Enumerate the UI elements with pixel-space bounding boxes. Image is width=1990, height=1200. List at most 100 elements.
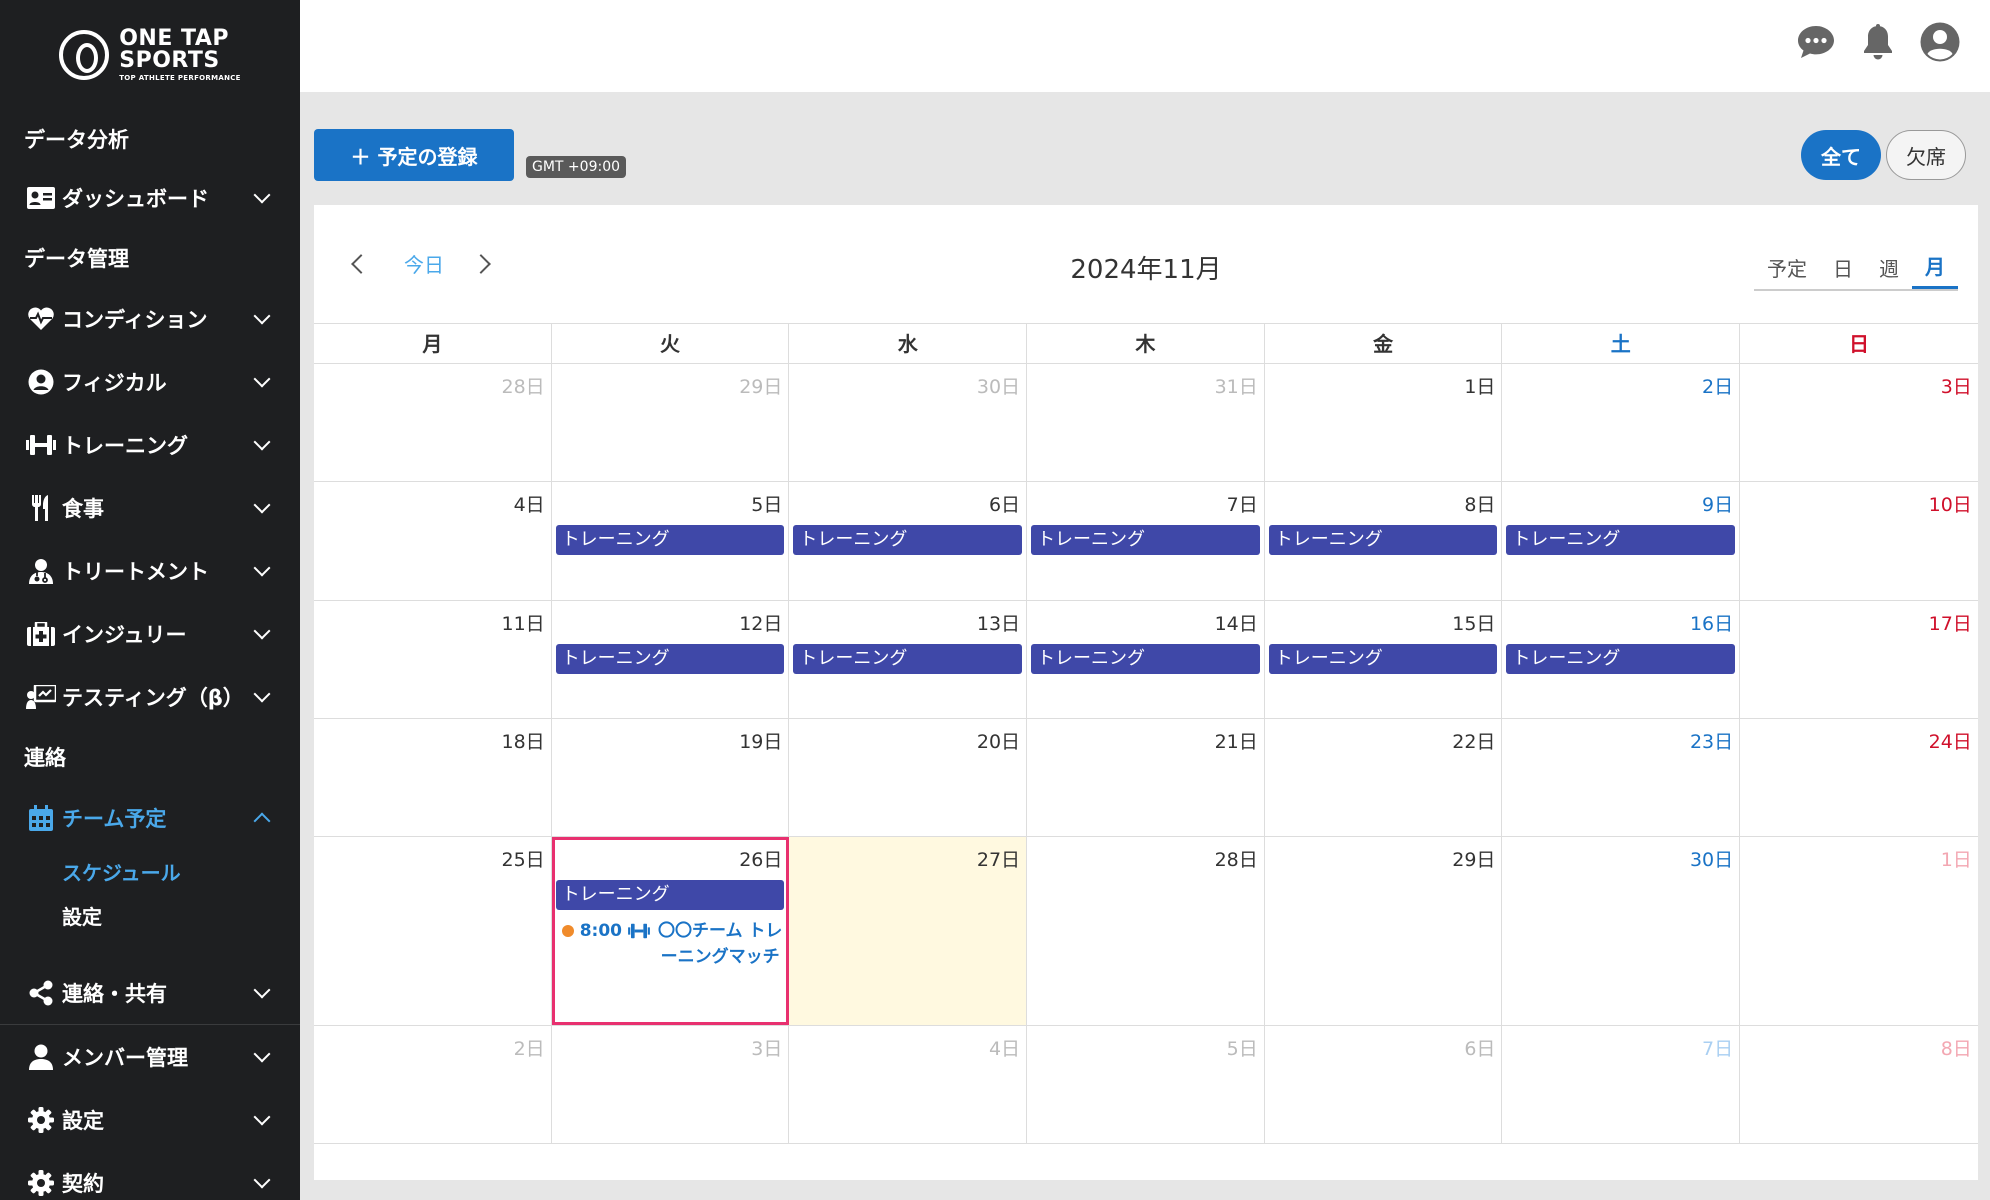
event-chip[interactable]: トレーニング — [793, 525, 1023, 555]
day-cell[interactable]: 7日 トレーニング — [1027, 482, 1265, 600]
sidebar-item-meal[interactable]: 食事 — [0, 476, 300, 539]
day-cell[interactable]: 28日 — [314, 364, 552, 481]
day-cell[interactable]: 3日 — [1740, 364, 1978, 481]
chart-presenter-icon — [26, 684, 56, 710]
next-month-icon[interactable] — [471, 254, 491, 274]
day-cell[interactable]: 23日 — [1502, 719, 1741, 836]
day-cell[interactable]: 11日 — [314, 601, 552, 718]
app-logo[interactable]: ONE TAP SPORTS TOP ATHLETE PERFORMANCE — [0, 0, 300, 110]
day-number: 10日 — [1928, 494, 1972, 516]
chat-icon[interactable] — [1796, 22, 1836, 62]
day-number: 1日 — [1464, 376, 1496, 398]
tab-day[interactable]: 日 — [1820, 245, 1866, 289]
day-cell[interactable]: 28日 — [1027, 837, 1265, 1025]
sidebar-item-contract[interactable]: 契約 — [0, 1151, 300, 1200]
day-cell[interactable]: 1日 — [1265, 364, 1503, 481]
chevron-down-icon — [253, 1045, 271, 1062]
day-cell[interactable]: 22日 — [1265, 719, 1503, 836]
sidebar-item-contact-share[interactable]: 連絡・共有 — [0, 961, 300, 1024]
chevron-down-icon — [253, 1108, 271, 1125]
today-button[interactable]: 今日 — [404, 249, 444, 278]
add-event-button[interactable]: ＋ 予定の登録 — [314, 129, 514, 181]
day-cell[interactable]: 31日 — [1027, 364, 1265, 481]
day-cell[interactable]: 14日トレーニング — [1027, 601, 1265, 718]
event-status-dot — [561, 925, 574, 937]
event-chip[interactable]: トレーニング — [1506, 644, 1736, 674]
account-avatar-icon[interactable] — [1920, 22, 1960, 62]
chevron-down-icon — [253, 186, 271, 203]
day-cell-selected[interactable]: 26日 トレーニング 8:00 〇〇チーム トレーニングマッチ — [551, 837, 790, 1025]
event-chip[interactable]: トレーニング — [793, 644, 1023, 674]
sidebar-item-treatment[interactable]: トリートメント — [0, 539, 300, 602]
sidebar-item-physical[interactable]: フィジカル — [0, 350, 300, 413]
sidebar-item-dashboard[interactable]: ダッシュボード — [0, 166, 300, 229]
tab-agenda[interactable]: 予定 — [1754, 245, 1820, 289]
day-cell[interactable]: 17日 — [1740, 601, 1978, 718]
event-chip[interactable]: トレーニング — [555, 525, 785, 555]
filter-absent-button[interactable]: 欠席 — [1886, 130, 1966, 180]
event-chip[interactable]: トレーニング — [555, 644, 785, 674]
sidebar-subitem-schedule[interactable]: スケジュール — [0, 849, 300, 893]
day-cell[interactable]: 5日 トレーニング — [552, 482, 790, 600]
day-cell[interactable]: 9日 トレーニング — [1502, 482, 1741, 600]
sidebar-subitem-team-settings[interactable]: 設定 — [0, 893, 300, 937]
sidebar-item-testing[interactable]: テスティング（β） — [0, 665, 300, 728]
day-cell[interactable]: 16日 トレーニング — [1502, 601, 1741, 718]
day-cell[interactable]: 13日トレーニング — [789, 601, 1028, 718]
event-chip[interactable]: トレーニング — [1031, 644, 1260, 674]
day-cell[interactable]: 4日 — [314, 482, 552, 600]
day-cell[interactable]: 20日 — [789, 719, 1028, 836]
event-chip[interactable]: トレーニング — [1268, 525, 1498, 555]
day-cell-today[interactable]: 27日 — [789, 837, 1028, 1025]
sidebar-item-settings[interactable]: 設定 — [0, 1088, 300, 1151]
event-chip[interactable]: トレーニング — [1031, 525, 1260, 555]
day-number: 2日 — [513, 1038, 545, 1060]
prev-month-icon[interactable] — [351, 254, 371, 274]
day-cell[interactable]: 30日 — [1502, 837, 1741, 1025]
day-cell[interactable]: 8日 トレーニング — [1265, 482, 1503, 600]
day-cell[interactable]: 3日 — [552, 1026, 790, 1143]
day-cell[interactable]: 6日 トレーニング — [789, 482, 1028, 600]
sidebar-item-member-management[interactable]: メンバー管理 — [0, 1025, 300, 1088]
day-number: 13日 — [976, 613, 1021, 635]
event-chip[interactable]: トレーニング — [555, 880, 785, 910]
day-cell[interactable]: 2日 — [1502, 364, 1741, 481]
sidebar-item-team-schedule[interactable]: チーム予定 — [0, 786, 300, 849]
top-header — [300, 0, 1990, 92]
day-cell[interactable]: 6日 — [1265, 1026, 1503, 1143]
sidebar-item-injury[interactable]: インジュリー — [0, 602, 300, 665]
event-chip[interactable]: トレーニング — [1506, 525, 1736, 555]
tab-month[interactable]: 月 — [1912, 245, 1958, 289]
day-cell[interactable]: 4日 — [789, 1026, 1028, 1143]
day-cell[interactable]: 24日 — [1740, 719, 1978, 836]
sidebar-item-condition[interactable]: コンディション — [0, 287, 300, 350]
day-cell[interactable]: 30日 — [789, 364, 1028, 481]
day-cell[interactable]: 2日 — [314, 1026, 552, 1143]
day-number: 4日 — [513, 494, 545, 516]
event-chip[interactable]: トレーニング — [1268, 644, 1498, 674]
day-cell[interactable]: 1日 — [1740, 837, 1978, 1025]
timed-event[interactable]: 8:00 〇〇チーム トレーニングマッチ — [556, 918, 785, 970]
day-cell[interactable]: 19日 — [552, 719, 790, 836]
day-cell[interactable]: 7日 — [1502, 1026, 1741, 1143]
sidebar-item-label: トリートメント — [62, 559, 209, 584]
day-cell[interactable]: 25日 — [314, 837, 552, 1025]
share-icon — [26, 980, 56, 1006]
day-cell[interactable]: 10日 — [1740, 482, 1978, 600]
day-cell[interactable]: 29日 — [1265, 837, 1503, 1025]
day-number: 15日 — [1452, 613, 1496, 635]
day-number: 26日 — [739, 849, 783, 871]
weekday-label-saturday: 土 — [1502, 324, 1741, 363]
day-number: 14日 — [1214, 613, 1258, 635]
day-cell[interactable]: 21日 — [1027, 719, 1265, 836]
sidebar-item-training[interactable]: トレーニング — [0, 413, 300, 476]
day-cell[interactable]: 8日 — [1740, 1026, 1978, 1143]
day-cell[interactable]: 5日 — [1027, 1026, 1265, 1143]
bell-icon[interactable] — [1858, 22, 1898, 62]
day-cell[interactable]: 29日 — [552, 364, 790, 481]
day-cell[interactable]: 15日トレーニング — [1265, 601, 1503, 718]
day-cell[interactable]: 12日 トレーニング — [552, 601, 790, 718]
day-cell[interactable]: 18日 — [314, 719, 552, 836]
tab-week[interactable]: 週 — [1866, 245, 1912, 289]
filter-all-button[interactable]: 全て — [1801, 130, 1881, 180]
